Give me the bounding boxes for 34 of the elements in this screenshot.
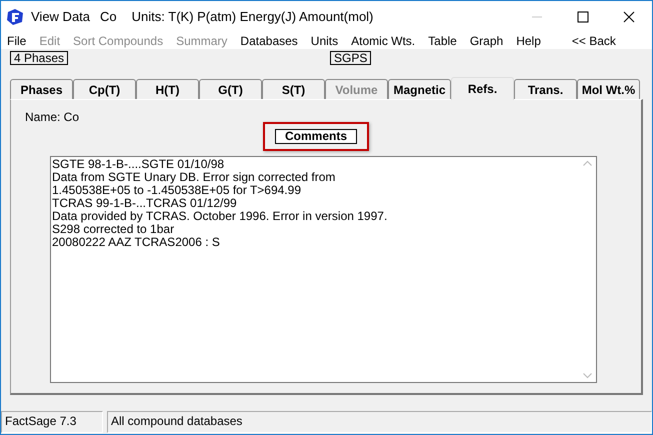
back-link[interactable]: << Back (572, 34, 616, 48)
menu-item[interactable]: Table (428, 34, 457, 48)
tab[interactable]: Refs. (451, 77, 514, 100)
compound-name: Co (100, 9, 117, 24)
menu-item[interactable]: Units (310, 34, 338, 48)
tab[interactable]: Magnetic (388, 79, 451, 99)
tab[interactable]: Mol Wt.% (577, 79, 640, 99)
tab[interactable]: G(T) (199, 79, 262, 99)
tab[interactable]: Trans. (514, 79, 577, 99)
tab[interactable]: H(T) (136, 79, 199, 99)
tab[interactable]: Phases (10, 79, 73, 99)
comment-line: S298 corrected to 1bar (52, 223, 176, 236)
comment-line: 1.450538E+05 to -1.450538E+05 for T>694.99 (52, 184, 302, 197)
status-text: All compound databases (107, 411, 652, 433)
menu-item[interactable]: Graph (470, 34, 504, 48)
window-title: View Data (31, 9, 90, 24)
name-label: Name: Co (24, 109, 80, 124)
phase-count-label: 4 Phases (10, 50, 68, 64)
comment-line: Data provided by TCRAS. October 1996. Error in version 1997. (52, 210, 388, 223)
menu-item[interactable]: Help (516, 34, 541, 48)
database-label: SGPS (330, 50, 372, 64)
comment-line: TCRAS 99-1-B-...TCRAS 01/12/99 (52, 197, 238, 210)
comment-line: SGTE 98-1-B-....SGTE 01/10/98 (52, 158, 226, 171)
menu-item[interactable]: File (7, 34, 26, 48)
comment-line: 20080222 AAZ TCRAS2006 : S (52, 236, 221, 249)
app-logo-icon (7, 8, 23, 24)
tab[interactable]: S(T) (262, 79, 325, 99)
units-label: Units: T(K) P(atm) Energy(J) Amount(mol) (132, 9, 374, 24)
menu-item[interactable]: Atomic Wts. (351, 34, 416, 48)
comment-line: Data from SGTE Unary DB. Error sign corrected from (52, 171, 336, 184)
comments-button[interactable]: Comments (274, 129, 357, 144)
tab[interactable]: Cp(T) (73, 79, 136, 99)
status-text: FactSage 7.3 (1, 411, 103, 433)
menu-item[interactable]: Databases (240, 34, 298, 48)
